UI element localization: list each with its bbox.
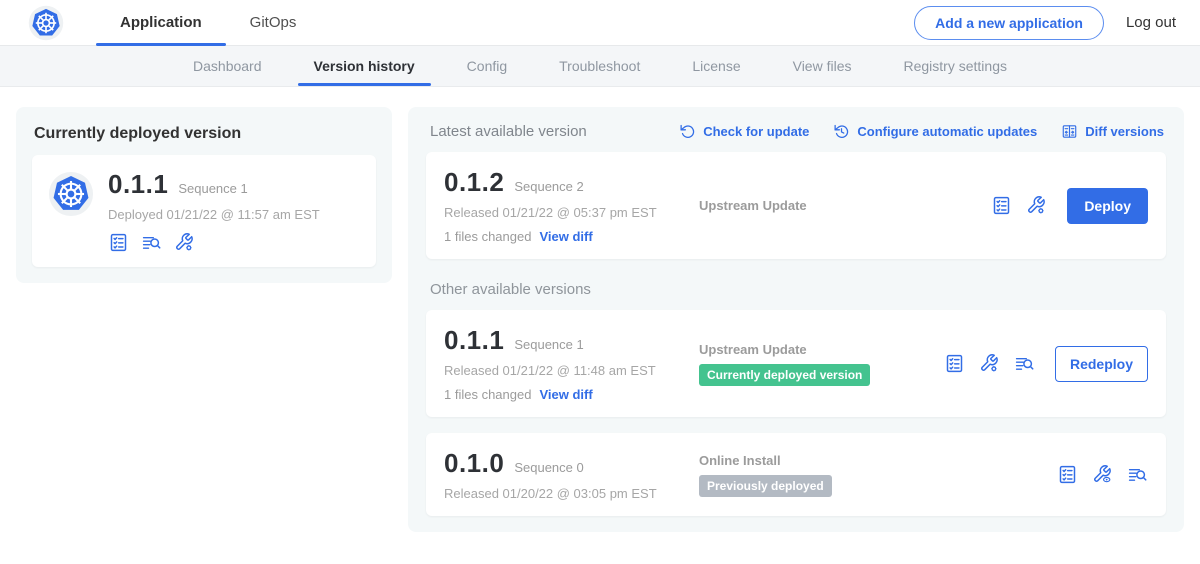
subnav-tab-dashboard-label: Dashboard [193,58,262,74]
app-icon-kubernetes [48,171,94,217]
version-card-0-1-1: 0.1.1 Sequence 1 Released 01/21/22 @ 11:… [426,310,1166,417]
check-for-update-label: Check for update [703,124,809,139]
edit-config-icon[interactable] [174,232,195,253]
version-history-panel: Latest available version Check for updat… [408,107,1184,532]
version-released: Released 01/21/22 @ 05:37 pm EST [444,205,699,220]
subnav-tab-view-files[interactable]: View files [767,46,878,86]
edit-config-icon[interactable] [979,353,1000,374]
preflight-checks-icon[interactable] [1057,464,1078,485]
configure-automatic-updates-label: Configure automatic updates [857,124,1037,139]
check-for-update-link[interactable]: Check for update [679,123,809,140]
subnav-tab-view-files-label: View files [793,58,852,74]
version-sequence: Sequence 2 [514,179,583,194]
deploy-button[interactable]: Deploy [1067,188,1148,224]
edit-config-icon[interactable] [1026,195,1047,216]
add-application-button[interactable]: Add a new application [914,6,1104,40]
subnav-tab-version-history-label: Version history [314,58,415,74]
deployed-sequence: Sequence 1 [178,181,247,196]
subnav-tab-config[interactable]: Config [441,46,533,86]
latest-available-title: Latest available version [430,123,587,140]
preflight-checks-icon[interactable] [944,353,965,374]
currently-deployed-title: Currently deployed version [34,125,374,143]
logout-link[interactable]: Log out [1126,14,1176,31]
view-diff-link[interactable]: View diff [539,387,592,402]
files-changed-label: 1 files changed [444,387,531,402]
diff-icon [1061,123,1078,140]
version-sequence: Sequence 1 [514,337,583,352]
subnav-tab-license[interactable]: License [666,46,766,86]
currently-deployed-card: 0.1.1 Sequence 1 Deployed 01/21/22 @ 11:… [32,155,376,267]
version-card-0-1-0: 0.1.0 Sequence 0 Released 01/20/22 @ 03:… [426,433,1166,516]
subnav-tab-dashboard[interactable]: Dashboard [167,46,288,86]
configure-automatic-updates-link[interactable]: Configure automatic updates [833,123,1037,140]
diff-versions-label: Diff versions [1085,124,1164,139]
kubernetes-logo-icon [28,5,64,41]
version-number: 0.1.1 [444,325,504,356]
subnav-tab-registry-settings-label: Registry settings [904,58,1007,74]
preflight-checks-icon[interactable] [991,195,1012,216]
subnav-tab-version-history[interactable]: Version history [288,46,441,86]
app-subnav: Dashboard Version history Config Trouble… [0,46,1200,87]
tab-gitops-label: GitOps [250,14,297,31]
version-card-0-1-2: 0.1.2 Sequence 2 Released 01/21/22 @ 05:… [426,152,1166,259]
previously-deployed-badge: Previously deployed [699,475,832,497]
redeploy-button[interactable]: Redeploy [1055,346,1148,382]
version-source: Upstream Update [699,342,944,357]
version-source: Online Install [699,453,1057,468]
diff-versions-link[interactable]: Diff versions [1061,123,1164,140]
deploy-logs-icon[interactable] [1014,353,1035,374]
deploy-logs-icon[interactable] [141,232,162,253]
version-released: Released 01/21/22 @ 11:48 am EST [444,363,699,378]
refresh-icon [679,123,696,140]
version-number: 0.1.0 [444,448,504,479]
top-header: Application GitOps Add a new application… [0,0,1200,46]
schedule-update-icon [833,123,850,140]
currently-deployed-panel: Currently deployed version 0.1.1 Sequenc… [16,107,392,283]
currently-deployed-badge: Currently deployed version [699,364,870,386]
subnav-tab-registry-settings[interactable]: Registry settings [878,46,1033,86]
preflight-checks-icon[interactable] [108,232,129,253]
files-changed-label: 1 files changed [444,229,531,244]
version-source: Upstream Update [699,198,991,213]
version-sequence: Sequence 0 [514,460,583,475]
deployed-timestamp: Deployed 01/21/22 @ 11:57 am EST [108,207,320,222]
version-released: Released 01/20/22 @ 03:05 pm EST [444,486,699,501]
tab-application-label: Application [120,14,202,31]
version-number: 0.1.2 [444,167,504,198]
subnav-tab-troubleshoot-label: Troubleshoot [559,58,640,74]
app-tabs: Application GitOps [96,0,320,45]
tab-gitops[interactable]: GitOps [226,0,321,45]
subnav-tab-license-label: License [692,58,740,74]
other-available-title: Other available versions [430,281,1162,298]
view-config-icon[interactable] [1092,464,1113,485]
deploy-logs-icon[interactable] [1127,464,1148,485]
tab-application[interactable]: Application [96,0,226,45]
deployed-version-number: 0.1.1 [108,169,168,200]
subnav-tab-config-label: Config [467,58,507,74]
view-diff-link[interactable]: View diff [539,229,592,244]
subnav-tab-troubleshoot[interactable]: Troubleshoot [533,46,666,86]
app-logo [28,0,64,45]
